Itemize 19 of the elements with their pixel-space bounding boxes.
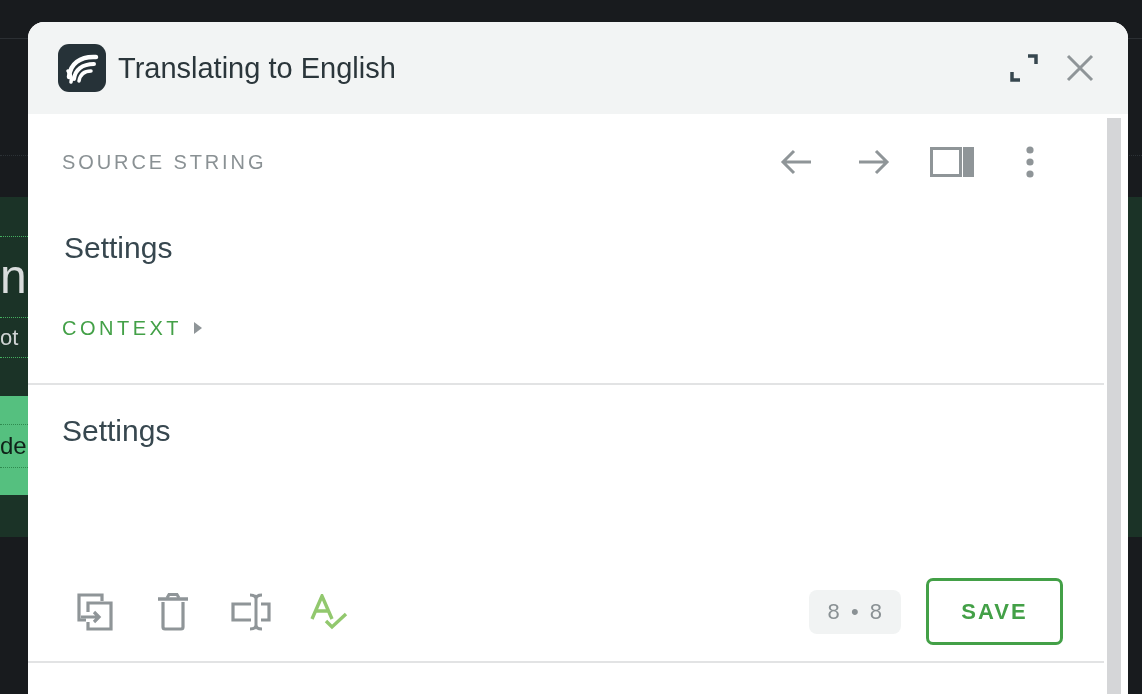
trash-icon <box>158 592 188 631</box>
copy-icon <box>76 591 114 632</box>
side-panel-icon <box>930 147 974 177</box>
expand-icon <box>1010 54 1038 82</box>
logo-icon <box>58 44 106 92</box>
close-icon <box>1066 54 1094 82</box>
spellcheck-icon <box>310 593 348 630</box>
text-cursor-icon <box>231 591 271 632</box>
character-counter: 8 • 8 <box>808 589 901 634</box>
arrow-left-icon <box>780 148 812 176</box>
source-text: Settings <box>63 230 173 266</box>
banner-heading: n <box>0 249 27 305</box>
kebab-menu-icon <box>1026 146 1034 178</box>
banner-button[interactable]: de <box>0 396 28 495</box>
arrow-right-icon <box>858 148 890 176</box>
dialog-title: Translating to English <box>118 51 396 86</box>
scrollbar[interactable] <box>1107 118 1121 694</box>
source-string-label: SOURCE STRING <box>62 150 267 174</box>
banner-subtitle: ot <box>0 324 19 351</box>
